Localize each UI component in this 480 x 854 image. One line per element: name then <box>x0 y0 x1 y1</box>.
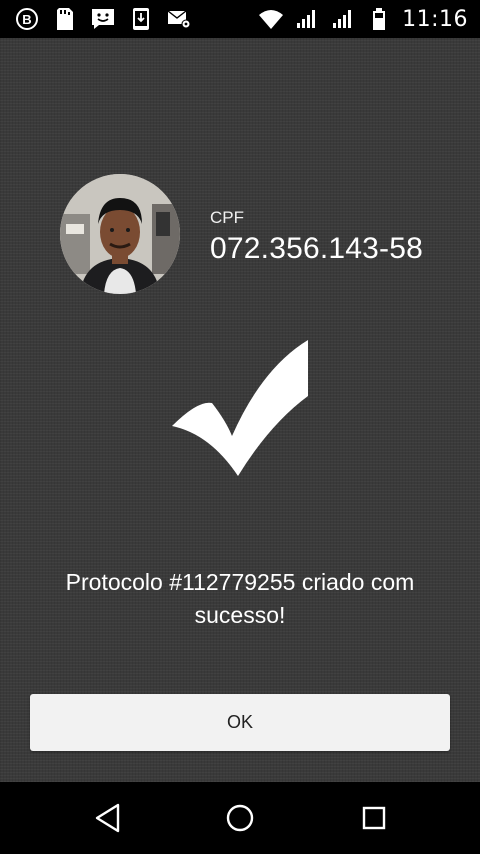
clock-time: 11:16 <box>402 6 468 32</box>
signal-icon <box>330 6 356 32</box>
avatar <box>60 174 180 294</box>
confirmation-screen: CPF 072.356.143-58 Protocolo #112779255 … <box>0 38 480 782</box>
svg-text:B: B <box>22 12 31 27</box>
chat-smile-icon <box>90 6 116 32</box>
download-phone-icon <box>128 6 154 32</box>
wifi-icon <box>258 6 284 32</box>
back-icon[interactable] <box>90 800 126 836</box>
success-message: Protocolo #112779255 criado com sucesso! <box>65 569 415 628</box>
navigation-bar <box>0 782 480 854</box>
battery-icon <box>366 6 392 32</box>
b-circle-icon: B <box>14 6 40 32</box>
checkmark-icon <box>170 338 312 480</box>
status-bar: B 11:16 <box>0 0 480 38</box>
signal-icon <box>294 6 320 32</box>
cpf-label: CPF <box>210 208 244 227</box>
sd-card-icon <box>52 6 78 32</box>
ok-button[interactable]: OK <box>30 694 450 751</box>
cpf-value: 072.356.143-58 <box>210 232 423 265</box>
home-icon[interactable] <box>222 800 258 836</box>
recents-icon[interactable] <box>356 800 392 836</box>
mail-gear-icon <box>166 6 192 32</box>
